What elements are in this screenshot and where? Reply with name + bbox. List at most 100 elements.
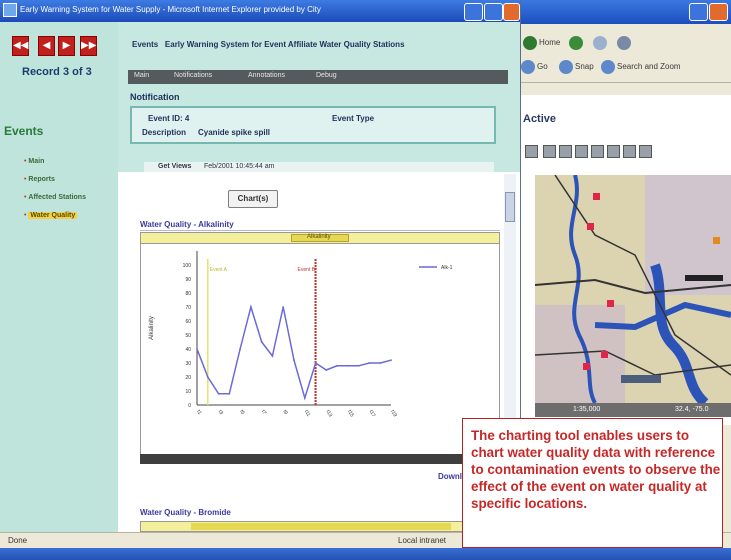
search-icon[interactable] [601,60,615,74]
event-id-label: Event ID: 4 [148,114,190,123]
chart-button[interactable]: Chart(s) [228,190,278,208]
status-text: Done [8,536,28,545]
event-marker-label: Event B [298,267,316,273]
description-label: Description [142,128,187,137]
notification-heading: Notification [130,92,180,102]
x-tick-label: t13 [325,409,334,418]
menu-item-label: Affected Stations [28,194,86,201]
data-point [249,306,252,308]
events-heading: Events [4,124,44,138]
tab-main[interactable]: Main [134,72,149,79]
data-point [260,341,263,343]
tab-bar: Main Notifications Annotations Debug [128,70,508,84]
tab-annotations[interactable]: Annotations [248,72,285,79]
data-point [303,397,306,399]
y-tick-label: 10 [185,389,191,395]
main-minimize-button[interactable] [464,3,483,21]
data-point [314,362,317,364]
record-counter: Record 3 of 3 [22,66,92,78]
menu-item-water-quality[interactable]: • Water Quality [24,204,78,222]
menu-item-label: Main [28,158,45,165]
coords-label: 32.4, -75.0 [675,406,709,413]
data-point [196,348,198,350]
x-tick-label: t7 [260,409,267,416]
menu-item-label: Reports [28,176,55,183]
main-close-button[interactable] [503,3,520,21]
map-canvas[interactable] [535,175,731,403]
y-tick-label: 50 [185,333,191,339]
prev-record-button[interactable]: ◀ [38,36,55,56]
map-graphic [535,175,731,403]
map-panel-title: Active [523,113,557,125]
x-tick-label: t19 [389,409,398,418]
series-line [196,304,392,401]
refresh-icon[interactable] [569,36,583,50]
data-point [325,369,328,371]
chart-band-bottom [140,454,500,464]
alkalinity-chart: 0 10 20 30 40 50 60 70 80 90 100 Alkalinity Event A E… [149,251,453,418]
identify-tool-icon[interactable] [575,145,588,158]
x-tick-label: t5 [238,409,245,416]
next-record-button[interactable]: ▶ [58,36,75,56]
scale-label: 1:35,000 [573,406,601,413]
y-tick-label: 30 [185,361,191,367]
data-point [346,364,349,367]
snap-label[interactable]: Snap [575,62,594,71]
search-zoom-label[interactable]: Search and Zoom [617,62,681,71]
page-heading-prefix: Events [132,40,159,49]
last-record-button[interactable]: ▶▶ [80,36,97,56]
chart-frame: 0 10 20 30 40 50 60 70 80 90 100 Alkalinity Event A E… [140,232,500,464]
page-heading: Events Early Warning System for Event Af… [132,40,405,49]
callout-text: The charting tool enables users to chart… [471,428,721,511]
section-title-alkalinity: Water Quality - Alkalinity [140,220,234,229]
header-band: Events Early Warning System for Event Af… [118,22,520,172]
print-tool-icon[interactable] [639,145,652,158]
zoom-in-tool-icon[interactable] [543,145,556,158]
measure-tool-icon[interactable] [607,145,620,158]
menu-item-affected-stations[interactable]: • Affected Stations [24,186,86,204]
back-icon[interactable] [523,36,537,50]
tab-notifications[interactable]: Notifications [174,72,212,79]
snap-icon[interactable] [559,60,573,74]
first-record-button[interactable]: ◀◀ [12,36,29,56]
main-maximize-button[interactable] [484,3,503,21]
menu-item-reports[interactable]: • Reports [24,168,55,186]
minimize-button[interactable] [689,3,708,21]
y-tick-label: 20 [185,375,191,381]
home-icon[interactable] [593,36,607,50]
event-marker-label: Event A [210,267,228,273]
notification-box: Event ID: 4 Event Type Description Cyani… [130,106,496,144]
view-strip-label: Get Views [158,163,192,170]
menu-item-main[interactable]: • Main [24,150,44,168]
data-point [379,362,382,364]
x-tick-label: t11 [303,409,312,418]
layers-tool-icon[interactable] [623,145,636,158]
data-point [336,364,339,367]
select-tool-icon[interactable] [591,145,604,158]
data-point [206,376,209,378]
zoom-out-tool-icon[interactable] [559,145,572,158]
data-point [282,306,285,308]
x-tick-label: t1 [195,409,202,416]
pan-tool-icon[interactable] [525,145,538,158]
description-value: Cyanide spike spill [198,128,271,137]
left-pane: ◀◀ ◀ ▶ ▶▶ Record 3 of 3 Events • Main • … [0,22,118,532]
annotation-callout: The charting tool enables users to chart… [462,418,723,548]
taskbar [0,548,731,560]
x-tick-label: t3 [217,409,224,416]
go-icon[interactable] [521,60,535,74]
home-label[interactable]: Home [539,38,560,47]
legend-label: Alk-1 [441,265,453,271]
y-tick-label: 90 [185,277,191,283]
scroll-thumb[interactable] [505,192,515,222]
print-icon[interactable] [617,36,631,50]
data-point [271,355,274,357]
bromide-band-handle[interactable] [191,523,451,530]
data-point [357,364,360,367]
go-label[interactable]: Go [537,62,548,71]
window-title: Early Warning System for Water Supply - … [20,5,321,14]
tab-debug[interactable]: Debug [316,72,337,79]
close-button[interactable] [709,3,728,21]
y-tick-label: 80 [185,291,191,297]
section-title-bromide: Water Quality - Bromide [140,508,231,517]
